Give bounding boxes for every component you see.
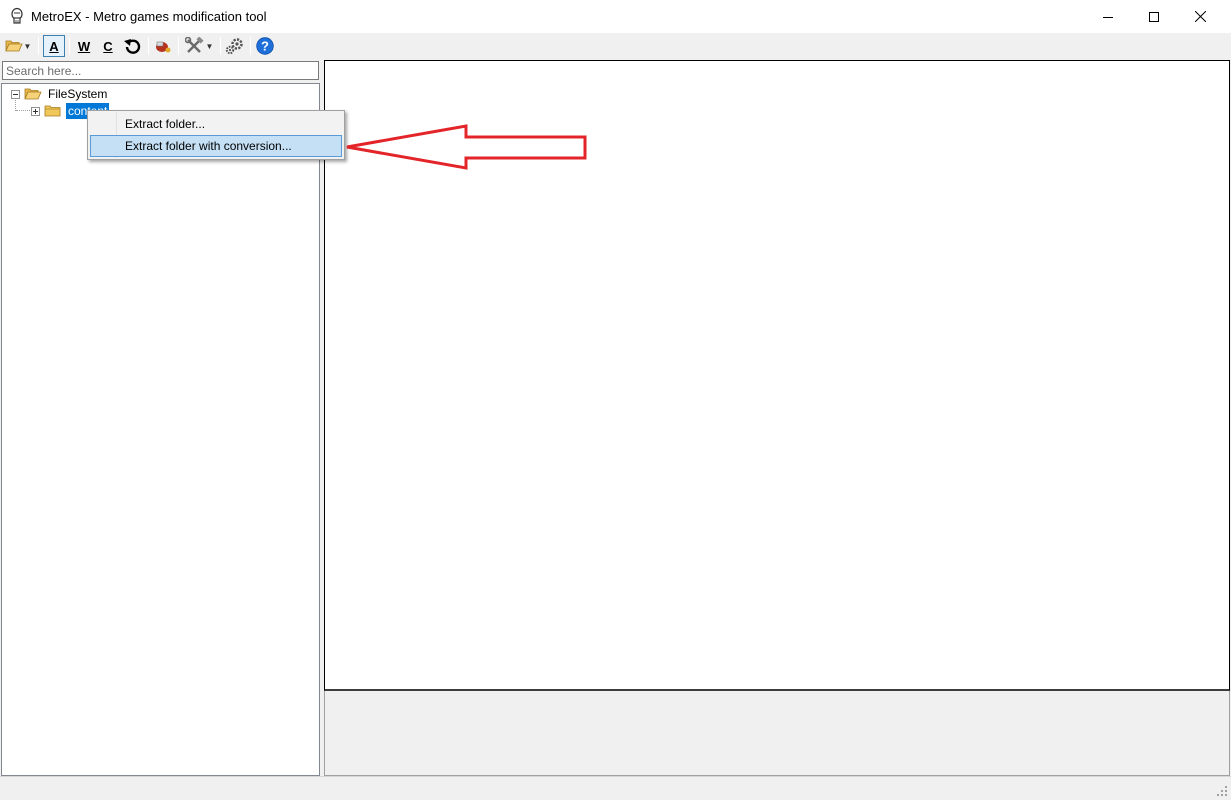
folder-open-icon [24, 88, 42, 100]
folder-icon [44, 105, 61, 117]
toolbar-separator [38, 37, 39, 55]
chevron-down-icon: ▼ [23, 41, 32, 51]
menu-item-extract-folder[interactable]: Extract folder... [90, 113, 342, 135]
tools-button[interactable]: ▼ [182, 35, 216, 57]
toolbar-separator [69, 37, 70, 55]
a-button[interactable]: A [43, 35, 65, 57]
settings-button[interactable] [224, 35, 246, 57]
collapse-icon[interactable] [11, 89, 20, 99]
annotation-arrow [346, 124, 587, 170]
status-bar [0, 776, 1231, 800]
chevron-down-icon: ▼ [205, 41, 214, 51]
undo-button[interactable] [121, 35, 143, 57]
close-button[interactable] [1177, 0, 1223, 33]
expand-icon[interactable] [31, 106, 40, 116]
file-tree[interactable]: FileSystem content [1, 83, 320, 776]
maximize-button[interactable] [1131, 0, 1177, 33]
tree-node-label: FileSystem [48, 87, 108, 101]
toolbar-separator [178, 37, 179, 55]
help-icon: ? [256, 37, 274, 55]
tools-icon [184, 37, 204, 53]
svg-text:?: ? [261, 39, 269, 54]
toolbar-separator [250, 37, 251, 55]
title-bar: MetroEX - Metro games modification tool [0, 0, 1231, 33]
toolbar-separator [220, 37, 221, 55]
context-menu: Extract folder... Extract folder with co… [87, 110, 345, 160]
app-icon [11, 7, 23, 24]
properties-panel[interactable] [324, 691, 1230, 776]
w-button[interactable]: W [73, 35, 95, 57]
tree-line [16, 110, 32, 111]
search-input[interactable] [2, 61, 319, 80]
open-button[interactable]: ▼ [2, 35, 34, 57]
minimize-icon [1103, 16, 1113, 18]
close-icon [1194, 11, 1206, 22]
toolbar: ▼ A W C ▼ ? [0, 33, 1231, 59]
undo-icon [124, 39, 141, 54]
folder-open-icon [4, 40, 23, 52]
gear-icon [225, 38, 243, 55]
window-title: MetroEX - Metro games modification tool [31, 9, 267, 24]
resize-grip-icon[interactable] [1216, 785, 1228, 797]
converter-icon [156, 41, 171, 53]
toolbar-separator [148, 37, 149, 55]
converter-button[interactable] [152, 35, 174, 57]
c-button[interactable]: C [97, 35, 119, 57]
tree-node-filesystem[interactable]: FileSystem [11, 86, 109, 102]
menu-item-extract-folder-with-conversion[interactable]: Extract folder with conversion... [90, 135, 342, 157]
help-button[interactable]: ? [254, 35, 276, 57]
minimize-button[interactable] [1085, 0, 1131, 33]
maximize-icon [1149, 11, 1159, 22]
